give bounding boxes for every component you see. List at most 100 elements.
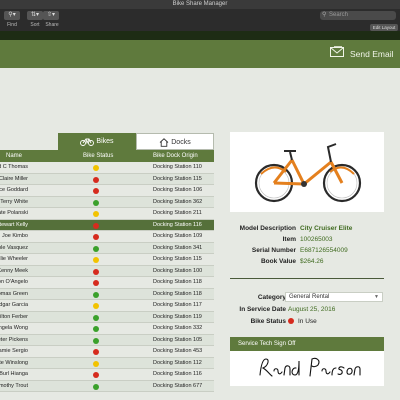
row-dock-origin: Docking Station 118	[153, 290, 202, 297]
row-dock-origin: Docking Station 211	[153, 210, 202, 216]
table-row[interactable]: Kenny Meek Docking Station 100	[0, 265, 214, 277]
service-date-row: In Service Date August 25, 2016	[230, 305, 384, 314]
table-row[interactable]: Millie Wheeler Docking Station 115	[0, 254, 214, 266]
dropdown-caret-icon: ▾	[12, 12, 16, 18]
row-dock-origin: Docking Station 119	[153, 313, 202, 320]
send-email-label: Send Email	[350, 49, 394, 59]
table-row[interactable]: Timothy Trout Docking Station 677	[0, 380, 214, 392]
chevron-down-icon: ▼	[374, 294, 379, 300]
table-row[interactable]: Claire Miller Docking Station 115	[0, 173, 214, 185]
serial-number-row: Serial Number E687126554009	[230, 246, 384, 255]
search-input[interactable]: Search	[320, 11, 396, 20]
status-dot-icon	[93, 211, 99, 217]
row-name: Milton Ferber	[0, 313, 28, 320]
sort-button[interactable]: ⇅▾	[27, 11, 43, 20]
table-row[interactable]: Stewart Kelly Docking Station 116	[0, 219, 214, 231]
sign-off-header: Service Tech Sign Off	[230, 337, 384, 351]
share-button[interactable]: ⇧▾	[43, 11, 59, 20]
status-dot-icon	[93, 280, 99, 286]
row-dock-origin: Docking Station 117	[153, 302, 202, 308]
window-title: Bike Share Manager	[172, 1, 228, 7]
category-value: General Rental	[289, 294, 330, 300]
share-label: Share	[45, 22, 59, 28]
row-name: Claire Miller	[0, 175, 28, 182]
row-dock-origin: Docking Station 332	[153, 325, 203, 331]
envelope-icon	[330, 41, 344, 69]
edit-layout-button[interactable]: Edit Layout	[370, 24, 398, 31]
row-dock-origin: Docking Station 115	[153, 175, 202, 182]
model-description-value: City Cruiser Elite	[300, 225, 353, 232]
table-row[interactable]: ed C Thomas Docking Station 110	[0, 162, 214, 174]
row-dock-origin: Docking Station 100	[153, 267, 203, 274]
table-row[interactable]: Milton Ferber Docking Station 119	[0, 311, 214, 323]
row-name: ance Goddard	[0, 187, 28, 193]
status-dot-icon	[93, 199, 99, 206]
signature-box[interactable]	[230, 351, 384, 386]
row-name: Burl Hianga	[0, 371, 28, 377]
table-row[interactable]: Kate Polanski Docking Station 211	[0, 208, 214, 220]
row-dock-origin: Docking Station 116	[153, 221, 202, 228]
find-button[interactable]: ⚲▾	[4, 11, 20, 20]
row-name: Edgar Garcia	[0, 302, 28, 308]
status-dot-icon	[93, 257, 99, 263]
home-icon	[159, 137, 171, 147]
row-name: Angela Wong	[0, 325, 28, 331]
row-name: Timothy Trout	[0, 382, 28, 389]
status-dot-icon	[93, 383, 99, 390]
table-row[interactable]: ikole Vasquez Docking Station 341	[0, 242, 214, 254]
column-bike-status: Bike Status	[83, 153, 114, 159]
search-icon: ⚲	[322, 12, 327, 18]
table-row[interactable]: Joe Kimbo Docking Station 109	[0, 231, 214, 243]
tab-bikes[interactable]: Bikes	[58, 133, 136, 150]
row-name: Jason O'Angelo	[0, 279, 28, 285]
bike-status-value: In Use	[298, 318, 317, 325]
table-row[interactable]: Edgar Garcia Docking Station 117	[0, 300, 214, 312]
status-dot-icon	[93, 188, 99, 194]
row-name: Kenny Meek	[0, 267, 28, 274]
status-dot-icon	[93, 314, 99, 321]
table-header: Name Bike Status Bike Dock Origin	[0, 150, 214, 162]
service-date-label: In Service Date	[239, 306, 286, 313]
row-dock-origin: Docking Station 106	[153, 187, 203, 193]
send-email-button[interactable]: Send Email	[330, 40, 393, 68]
row-name: Kate Winslong	[0, 359, 28, 366]
table-row[interactable]: Jason O'Angelo Docking Station 118	[0, 277, 214, 289]
table-row[interactable]: Peter Pickens Docking Station 105	[0, 334, 214, 346]
portal-tabs: Bikes Docks	[58, 133, 214, 150]
serial-number-label: Serial Number	[251, 247, 296, 254]
row-name: Joe Kimbo	[2, 233, 28, 239]
row-dock-origin: Docking Station 115	[153, 256, 202, 262]
category-dropdown[interactable]: General Rental ▼	[285, 292, 383, 302]
table-row[interactable]: Kate Winslong Docking Station 112	[0, 357, 214, 369]
row-dock-origin: Docking Station 110	[153, 164, 202, 170]
row-dock-origin: Docking Station 118	[153, 279, 202, 285]
book-value-row: Book Value $264.26	[230, 257, 384, 266]
row-dock-origin: Docking Station 116	[153, 371, 202, 377]
row-name: Kate Polanski	[0, 210, 28, 216]
status-dot-icon	[93, 360, 99, 367]
item-row: Item 100265003	[230, 235, 384, 244]
table-row[interactable]: Burl Hianga Docking Station 116	[0, 369, 214, 381]
tab-docks[interactable]: Docks	[136, 133, 214, 150]
table-row[interactable]: ance Goddard Docking Station 106	[0, 185, 214, 197]
row-name: Millie Wheeler	[0, 256, 28, 262]
find-label: Find	[7, 22, 17, 28]
toolbar: ⚲▾ Find ⇅▾ Sort ⇧▾ Share Search ⚲ Edit L…	[0, 9, 400, 31]
item-value: 100265003	[300, 236, 333, 243]
row-name: Peter Pickens	[0, 336, 28, 343]
table-row[interactable]: Thomas Green Docking Station 118	[0, 288, 214, 300]
row-name: Thomas Green	[0, 290, 28, 297]
table-row[interactable]: Angela Wong Docking Station 332	[0, 323, 214, 335]
table-row[interactable]: Terry White Docking Station 362	[0, 196, 214, 208]
row-name: ikole Vasquez	[0, 244, 28, 251]
status-dot-icon	[93, 234, 99, 240]
status-dot-icon	[93, 291, 99, 298]
bicycle-icon	[80, 138, 96, 146]
serial-number-value: E687126554009	[300, 247, 348, 254]
row-name: Jamie Sergio	[0, 348, 28, 354]
book-value-label: Book Value	[260, 258, 296, 265]
row-dock-origin: Docking Station 362	[153, 198, 203, 205]
status-dot-icon	[93, 326, 99, 332]
table-row[interactable]: Jamie Sergio Docking Station 453	[0, 346, 214, 358]
tab-docks-label: Docks	[171, 139, 191, 146]
